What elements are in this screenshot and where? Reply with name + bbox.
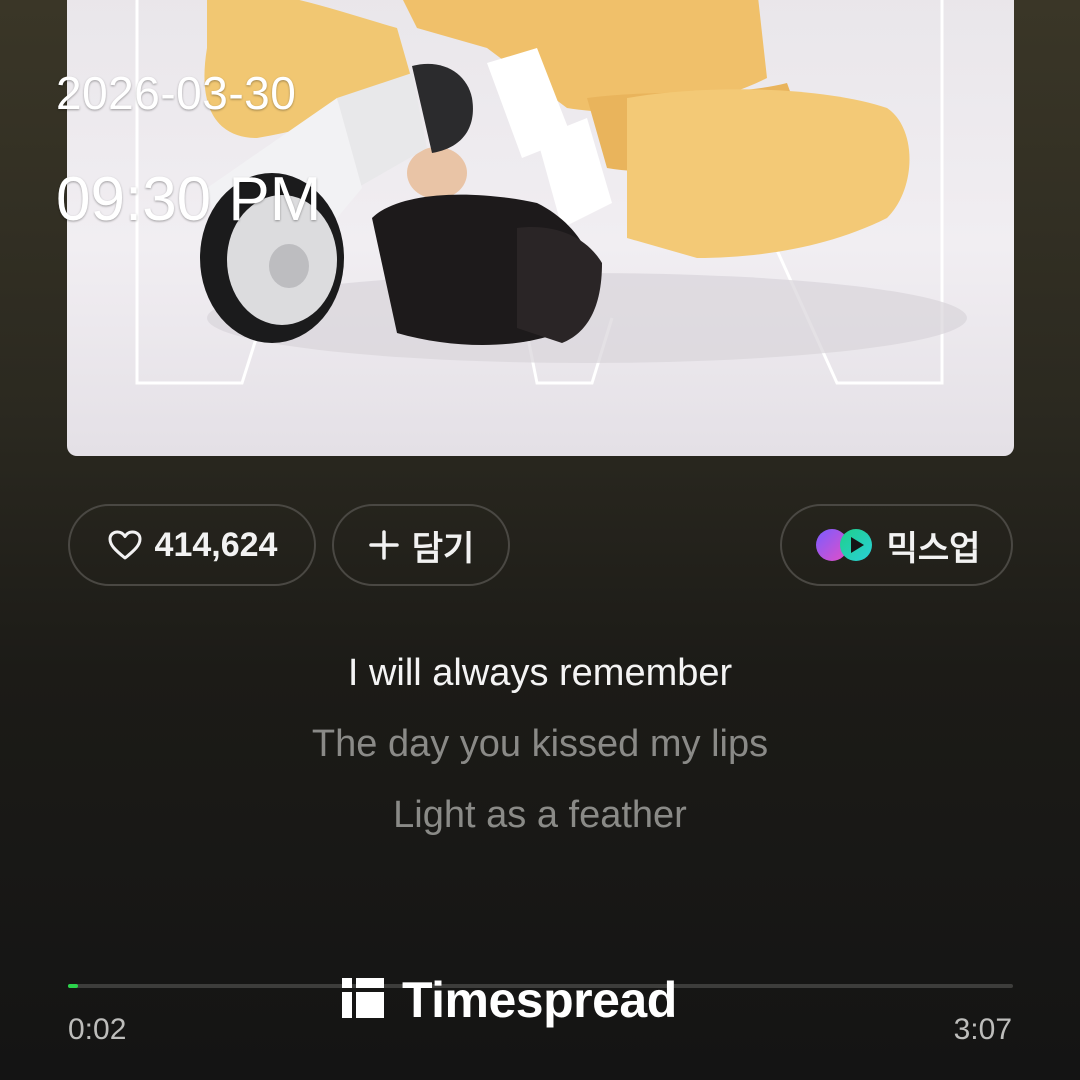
like-count: 414,624 bbox=[154, 525, 278, 564]
add-to-playlist-button[interactable]: 담기 bbox=[332, 504, 510, 586]
total-time: 3:07 bbox=[953, 1013, 1012, 1046]
progress-fill bbox=[68, 984, 79, 988]
heart-icon bbox=[107, 529, 143, 561]
lyric-line-current[interactable]: I will always remember bbox=[0, 645, 1080, 716]
overlay-time: 09:30 PM bbox=[56, 165, 322, 234]
overlay-date: 2026-03-30 bbox=[56, 67, 297, 119]
current-time: 0:02 bbox=[68, 1013, 127, 1046]
plus-icon bbox=[368, 529, 400, 561]
lyric-line-next[interactable]: Light as a feather bbox=[0, 787, 1080, 858]
mixup-label: 믹스업 bbox=[886, 529, 981, 568]
add-label: 담기 bbox=[411, 529, 475, 568]
mixup-button[interactable]: 믹스업 bbox=[780, 504, 1013, 586]
mixup-icon bbox=[813, 527, 875, 563]
watermark-text: Timespread bbox=[402, 972, 677, 1028]
lyric-line-next[interactable]: The day you kissed my lips bbox=[0, 716, 1080, 787]
timespread-watermark: Timespread bbox=[340, 970, 677, 1030]
like-button[interactable]: 414,624 bbox=[68, 504, 316, 586]
lyrics-panel[interactable]: I will always remember The day you kisse… bbox=[0, 645, 1080, 858]
timespread-logo-icon bbox=[340, 975, 386, 1026]
